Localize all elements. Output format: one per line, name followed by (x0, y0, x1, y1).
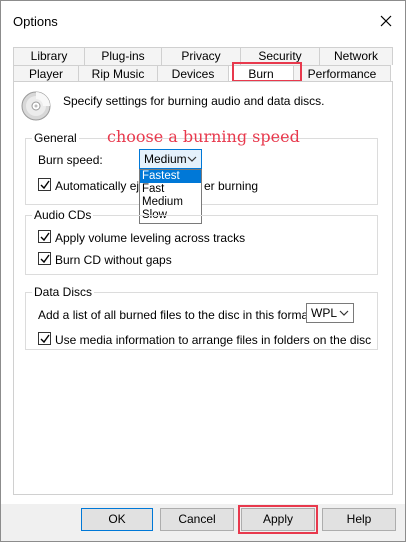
tab-label: Performance (307, 67, 377, 81)
auto-eject-checkbox[interactable] (38, 178, 51, 191)
auto-eject-label-tail: er burning (204, 179, 259, 193)
apply-button-highlight (238, 505, 318, 534)
volume-leveling-label: Apply volume leveling across tracks (55, 231, 246, 245)
audio-cds-group-title: Audio CDs (32, 208, 94, 222)
tab-privacy[interactable]: Privacy (161, 47, 241, 65)
media-info-label: Use media information to arrange files i… (55, 333, 372, 347)
tab-label: Security (258, 49, 302, 63)
chevron-down-icon (187, 156, 197, 162)
burn-speed-option-fast[interactable]: Fast (140, 183, 201, 196)
tab-row-back: Library Plug-ins Privacy Security Networ… (13, 47, 393, 65)
intro-text: Specify settings for burning audio and d… (63, 94, 325, 108)
burn-without-gaps-checkbox[interactable] (38, 252, 51, 265)
chevron-down-icon (339, 310, 349, 316)
tab-label: Rip Music (91, 67, 145, 81)
close-button[interactable] (375, 10, 397, 32)
tab-network[interactable]: Network (319, 47, 393, 65)
cd-disc-icon (21, 91, 51, 121)
volume-leveling-checkbox[interactable] (38, 230, 51, 243)
tab-label: Player (28, 67, 63, 81)
tab-plug-ins[interactable]: Plug-ins (84, 47, 162, 65)
tab-label: Privacy (181, 49, 221, 63)
checkmark-icon (40, 334, 50, 344)
burn-speed-select[interactable]: Medium (139, 149, 202, 169)
tab-label: Plug-ins (101, 49, 145, 63)
help-button[interactable]: Help (322, 508, 396, 531)
options-dialog: Options Library Plug-ins Privacy Securit… (0, 0, 406, 542)
list-format-select[interactable]: WPL (306, 303, 354, 323)
burn-speed-label: Burn speed: (38, 153, 103, 167)
tab-label: Library (30, 49, 68, 63)
burn-tab-highlight (232, 62, 302, 82)
list-format-value: WPL (311, 306, 338, 320)
general-group-title: General (32, 131, 79, 145)
burn-speed-value: Medium (144, 152, 187, 166)
checkmark-icon (40, 254, 50, 264)
window-title: Options (13, 14, 58, 29)
cancel-button[interactable]: Cancel (160, 508, 234, 531)
ok-button[interactable]: OK (81, 508, 153, 531)
auto-eject-label: Automatically eje (55, 179, 146, 193)
tab-label: Network (333, 49, 378, 63)
burn-without-gaps-label: Burn CD without gaps (55, 253, 172, 267)
burn-speed-option-medium[interactable]: Medium (140, 196, 201, 209)
data-discs-group-title: Data Discs (32, 285, 95, 299)
checkmark-icon (40, 180, 50, 190)
title-bar: Options (1, 1, 405, 41)
tab-label: Devices (171, 67, 215, 81)
media-info-checkbox[interactable] (38, 332, 51, 345)
annotation-text: choose a burning speed (107, 127, 300, 146)
burn-speed-option-fastest[interactable]: Fastest (140, 170, 201, 183)
tab-library[interactable]: Library (13, 47, 85, 65)
list-format-label: Add a list of all burned files to the di… (38, 308, 315, 322)
checkmark-icon (40, 232, 50, 242)
close-icon (380, 15, 392, 27)
